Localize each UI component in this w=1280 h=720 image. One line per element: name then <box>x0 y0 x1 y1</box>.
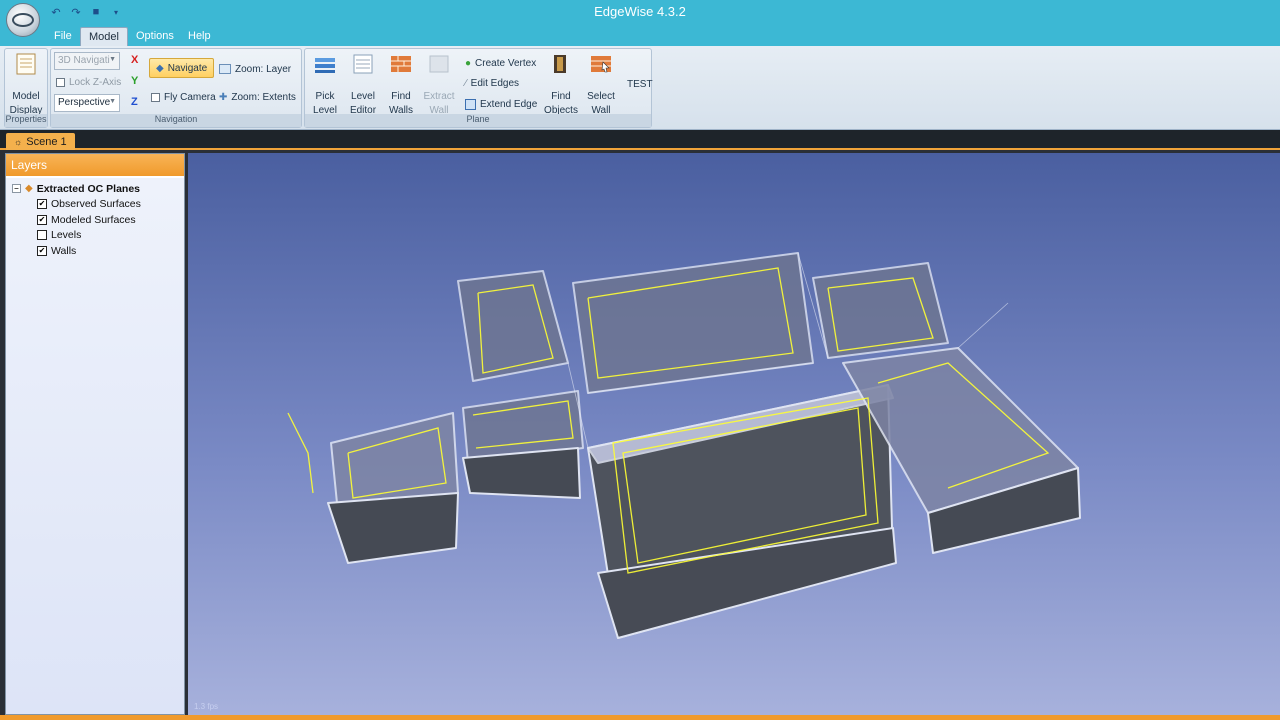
plane-group-label: Plane <box>305 114 651 127</box>
pick-level-icon <box>315 58 335 73</box>
tree-root-extracted-oc-planes[interactable]: – ◆ Extracted OC Planes <box>12 181 140 196</box>
layers-panel: Layers – ◆ Extracted OC Planes ✔ Observe… <box>5 153 185 715</box>
create-vertex-button[interactable]: ● Create Vertex <box>465 54 536 72</box>
find-walls-button[interactable]: Find Walls <box>381 51 421 116</box>
document-tabs: ☼ Scene 1 <box>0 130 1280 150</box>
plane-group: Pick Level Level Editor Find Walls Extra… <box>304 48 653 128</box>
layer-checkbox[interactable]: ✔ <box>37 245 47 256</box>
axis-y-button[interactable]: Y <box>131 75 138 87</box>
navigation-group-label: Navigation <box>51 114 301 127</box>
extend-edge-icon <box>465 98 476 110</box>
chevron-down-icon: ▼ <box>109 56 116 63</box>
tab-file[interactable]: File <box>46 27 80 46</box>
chevron-down-icon: ▼ <box>109 98 116 105</box>
fps-counter: 1.3 fps <box>194 702 219 711</box>
zoom-extents-button[interactable]: ✚ Zoom: Extents <box>219 88 296 106</box>
select-wall-button[interactable]: Select Wall <box>581 51 621 116</box>
application-menu-button[interactable] <box>6 3 40 37</box>
tab-scene-1[interactable]: ☼ Scene 1 <box>6 133 75 150</box>
properties-group: Model Display Properties <box>4 48 48 128</box>
ribbon: Model Display Properties 3D Navigati ▼ Lo… <box>0 46 1280 130</box>
layer-modeled-surfaces[interactable]: ✔ Modeled Surfaces <box>37 212 136 227</box>
vertex-icon: ● <box>465 57 472 69</box>
bottom-accent-bar <box>0 715 1280 720</box>
tab-options[interactable]: Options <box>128 27 182 46</box>
scene-3d-viewport[interactable]: 1.3 fps <box>188 153 1280 715</box>
projection-select[interactable]: Perspective ▼ <box>54 94 120 112</box>
level-editor-button[interactable]: Level Editor <box>343 51 383 116</box>
find-walls-icon <box>391 56 411 72</box>
layer-checkbox[interactable]: ✔ <box>37 198 47 209</box>
layer-levels[interactable]: Levels <box>37 227 81 242</box>
layers-panel-title: Layers <box>6 154 184 176</box>
navigate-button[interactable]: ◆ Navigate <box>149 58 215 78</box>
scene-icon: ☼ <box>14 136 23 147</box>
axis-x-button[interactable]: X <box>131 54 138 66</box>
zoom-layer-icon <box>219 64 231 74</box>
extend-edge-button[interactable]: Extend Edge <box>465 95 537 113</box>
checkbox-icon <box>151 92 160 102</box>
select-wall-icon <box>591 56 611 73</box>
zoom-extents-icon: ✚ <box>219 91 228 103</box>
navigation-mode-select[interactable]: 3D Navigati ▼ <box>54 52 120 70</box>
edit-edges-button[interactable]: ∕ Edit Edges <box>465 74 519 92</box>
find-objects-button[interactable]: Find Objects <box>541 51 581 116</box>
extract-wall-button[interactable]: Extract Wall <box>419 51 459 116</box>
building-model-render <box>287 252 1081 639</box>
model-display-icon <box>16 53 36 75</box>
properties-group-label: Properties <box>5 114 47 127</box>
zoom-layer-button[interactable]: Zoom: Layer <box>219 60 291 78</box>
fly-camera-checkbox[interactable]: Fly Camera <box>151 88 216 106</box>
model-display-button[interactable]: Model Display <box>6 51 46 116</box>
layer-observed-surfaces[interactable]: ✔ Observed Surfaces <box>37 196 141 211</box>
find-objects-icon <box>554 55 566 73</box>
window-title: EdgeWise 4.3.2 <box>594 4 686 19</box>
tab-help[interactable]: Help <box>180 27 219 46</box>
layers-folder-icon: ◆ <box>25 183 33 194</box>
checkbox-icon <box>56 77 65 87</box>
ribbon-tabs: File Model Options Help <box>0 24 1280 46</box>
lock-z-axis-checkbox[interactable]: Lock Z-Axis <box>56 73 121 91</box>
level-editor-icon <box>353 54 373 74</box>
edit-edges-icon: ∕ <box>465 77 467 89</box>
layer-checkbox[interactable]: ✔ <box>37 214 47 225</box>
navigation-group: 3D Navigati ▼ Lock Z-Axis Perspective ▼ X … <box>50 48 302 128</box>
axis-z-button[interactable]: Z <box>131 96 138 108</box>
collapse-icon[interactable]: – <box>12 184 21 193</box>
pick-level-button[interactable]: Pick Level <box>305 51 345 116</box>
test-button[interactable]: TEST <box>627 75 653 93</box>
layer-walls[interactable]: ✔ Walls <box>37 243 76 258</box>
tab-model[interactable]: Model <box>80 27 128 46</box>
title-bar: ↶ ↷ ■ ▾ EdgeWise 4.3.2 <box>0 0 1280 24</box>
extract-wall-icon <box>429 55 449 73</box>
app-logo-icon <box>12 13 34 27</box>
layer-checkbox[interactable] <box>37 229 47 240</box>
layers-tree: – ◆ Extracted OC Planes ✔ Observed Surfa… <box>6 178 184 714</box>
navigate-icon: ◆ <box>156 62 164 74</box>
